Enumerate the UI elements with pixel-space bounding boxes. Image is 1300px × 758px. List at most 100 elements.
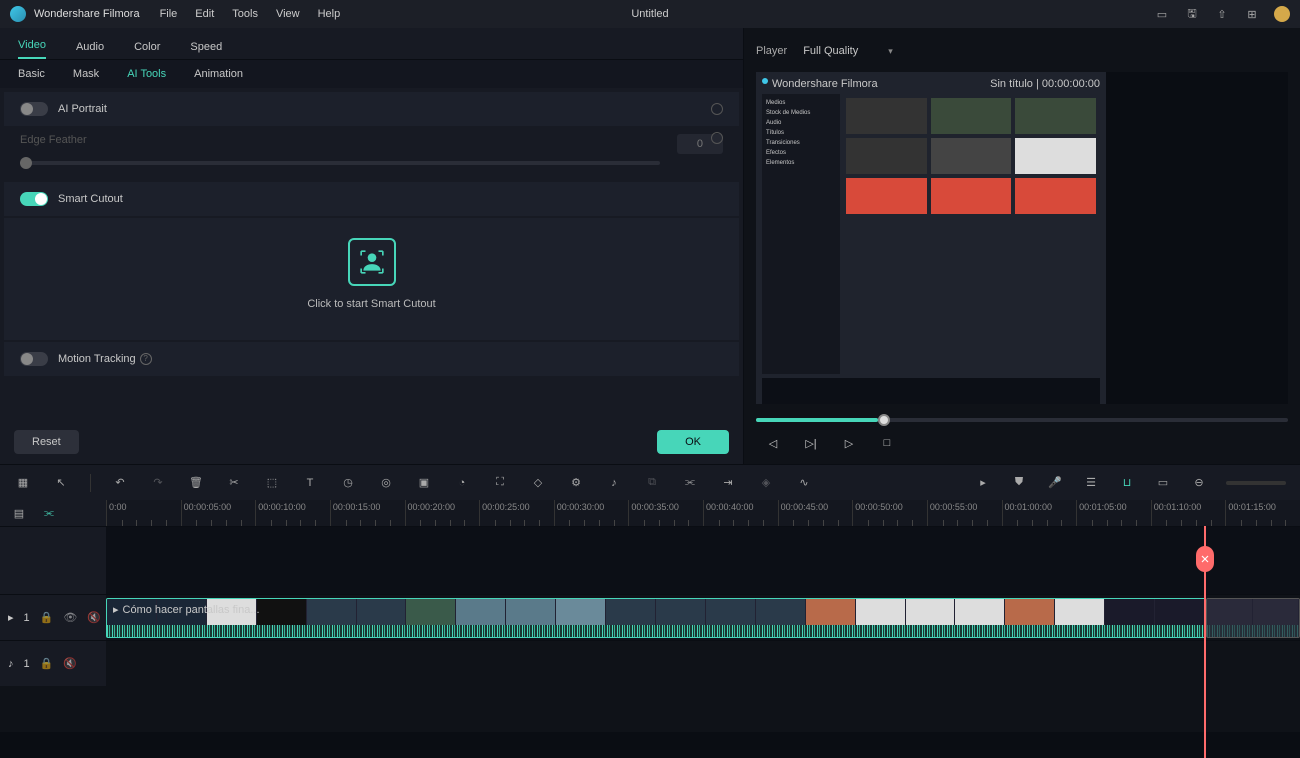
smart-cutout-start-button[interactable] [348,238,396,286]
tool-redo-icon[interactable]: ↷ [149,474,167,492]
tool-mix-icon[interactable]: ∿ [795,474,813,492]
track-spacer-content[interactable] [106,527,1300,594]
tab-aitools[interactable]: AI Tools [127,68,166,80]
edge-feather-thumb[interactable] [20,157,32,169]
menu-view[interactable]: View [276,8,300,20]
tool-cut-icon[interactable]: ✂ [225,474,243,492]
tab-audio[interactable]: Audio [76,35,104,59]
tool-magnet-icon[interactable]: ⊔ [1118,474,1136,492]
player-step-button[interactable]: ▷| [802,434,820,452]
tool-undo-icon[interactable]: ↶ [111,474,129,492]
ai-portrait-toggle[interactable] [20,102,48,116]
ruler-mark: 00:00:50:00 [852,500,927,526]
ruler-mark: 00:00:40:00 [703,500,778,526]
tool-transform-icon[interactable]: ▣ [415,474,433,492]
video-track-eye-icon[interactable]: 👁 [63,611,77,624]
tool-link-icon[interactable]: ⫘ [681,474,699,492]
motion-tracking-toggle[interactable] [20,352,48,366]
video-track-content[interactable]: ▸ Cómo hacer pantallas fina... [106,595,1300,640]
audio-track-lock-icon[interactable]: 🔒 [40,657,54,670]
tab-basic[interactable]: Basic [18,68,45,80]
smart-cutout-cta: Click to start Smart Cutout [4,298,739,310]
ruler-mark: 00:00:10:00 [255,500,330,526]
screen-icon[interactable]: ▭ [1154,6,1170,22]
menu-file[interactable]: File [160,8,178,20]
tool-render-icon[interactable]: ▸ [974,474,992,492]
tool-shield-icon[interactable]: ⛊ [1010,474,1028,492]
ai-portrait-row: AI Portrait [4,92,739,126]
tool-grid-icon[interactable]: ▦ [14,474,32,492]
ruler-mark: 00:01:10:00 [1151,500,1226,526]
video-clip[interactable]: ▸ Cómo hacer pantallas fina... [106,598,1206,638]
quality-dropdown[interactable]: Full Quality ▾ [803,45,893,57]
tool-speed-icon[interactable]: ◷ [339,474,357,492]
player-prev-button[interactable]: ◁ [764,434,782,452]
ruler-mark: 00:01:05:00 [1076,500,1151,526]
ruler-mark: 00:00:45:00 [778,500,853,526]
player-scrubber[interactable] [756,418,1288,422]
motion-tracking-help-icon[interactable]: ? [140,353,152,365]
reset-button[interactable]: Reset [14,430,79,454]
document-title: Untitled [631,8,668,20]
tool-zoomout-icon[interactable]: ⊖ [1190,474,1208,492]
tool-list-icon[interactable]: ☰ [1082,474,1100,492]
tool-mic-icon[interactable]: 🎤 [1046,474,1064,492]
inspector-tabs-primary: Video Audio Color Speed [0,28,743,60]
tool-color-icon[interactable]: ◎ [377,474,395,492]
app-logo-icon [10,6,26,22]
apps-icon[interactable]: ⊞ [1244,6,1260,22]
tool-text-icon[interactable]: T [301,474,319,492]
user-icon[interactable] [1274,6,1290,22]
player-progress-fill [756,418,878,422]
edge-feather-slider[interactable] [20,161,660,165]
tool-insert-icon[interactable]: ⇥ [719,474,737,492]
timeline-ruler[interactable]: 0:0000:00:05:0000:00:10:0000:00:15:0000:… [106,500,1300,526]
track-link-icon[interactable]: ⫘ [40,504,58,522]
tool-delete-icon[interactable]: 🗑 [187,474,205,492]
track-manage-icon[interactable]: ▤ [10,504,28,522]
tool-marker-icon[interactable]: ◈ [757,474,775,492]
preview-viewport[interactable]: Wondershare FilmoraSin título | 00:00:00… [756,72,1288,404]
playhead-handle-icon[interactable] [1196,546,1214,572]
player-stop-button[interactable]: □ [878,434,896,452]
zoom-slider[interactable] [1226,481,1286,485]
ruler-mark: 00:00:55:00 [927,500,1002,526]
tool-detect-icon[interactable]: ⛶ [491,474,509,492]
playhead[interactable] [1204,526,1206,758]
smart-cutout-area: Click to start Smart Cutout [4,218,739,340]
audio-track: ♪ 1 🔒 🔇 [0,640,1300,686]
tool-crop-icon[interactable]: ⬚ [263,474,281,492]
ruler-mark: 00:01:00:00 [1002,500,1077,526]
edge-feather-reset-icon[interactable] [711,132,723,144]
tab-video[interactable]: Video [18,33,46,59]
smart-cutout-toggle[interactable] [20,192,48,206]
player-progress-thumb[interactable] [878,414,890,426]
ok-button[interactable]: OK [657,430,729,454]
save-icon[interactable]: 🖫 [1184,6,1200,22]
menu-tools[interactable]: Tools [232,8,258,20]
tab-speed[interactable]: Speed [190,35,222,59]
video-track-lock-icon[interactable]: 🔒 [40,611,54,624]
ruler-mark: 0:00 [106,500,181,526]
tool-group-icon[interactable]: ⧉ [643,474,661,492]
player-play-button[interactable]: ▷ [840,434,858,452]
tool-audio-icon[interactable]: ♪ [605,474,623,492]
preview-content: Wondershare FilmoraSin título | 00:00:00… [756,72,1106,404]
tab-mask[interactable]: Mask [73,68,99,80]
tool-fit-icon[interactable]: ▭ [1154,474,1172,492]
video-track-mute-icon[interactable]: 🔇 [87,611,101,624]
menu-help[interactable]: Help [318,8,341,20]
upload-icon[interactable]: ⇧ [1214,6,1230,22]
tool-keyframe-icon[interactable]: ◇ [529,474,547,492]
tool-select-icon[interactable]: ↖ [52,474,70,492]
ai-portrait-reset-icon[interactable] [711,103,723,115]
audio-track-content[interactable] [106,641,1300,686]
tool-adjust-icon[interactable]: ⚙ [567,474,585,492]
video-clip-2[interactable] [1206,598,1300,638]
audio-track-mute-icon[interactable]: 🔇 [63,657,77,670]
tab-color[interactable]: Color [134,35,160,59]
inspector-content: AI Portrait Edge Feather 0 Smart Cutout [0,88,743,420]
tab-animation[interactable]: Animation [194,68,243,80]
tool-duration-icon[interactable]: ◔ [453,474,471,492]
menu-edit[interactable]: Edit [195,8,214,20]
